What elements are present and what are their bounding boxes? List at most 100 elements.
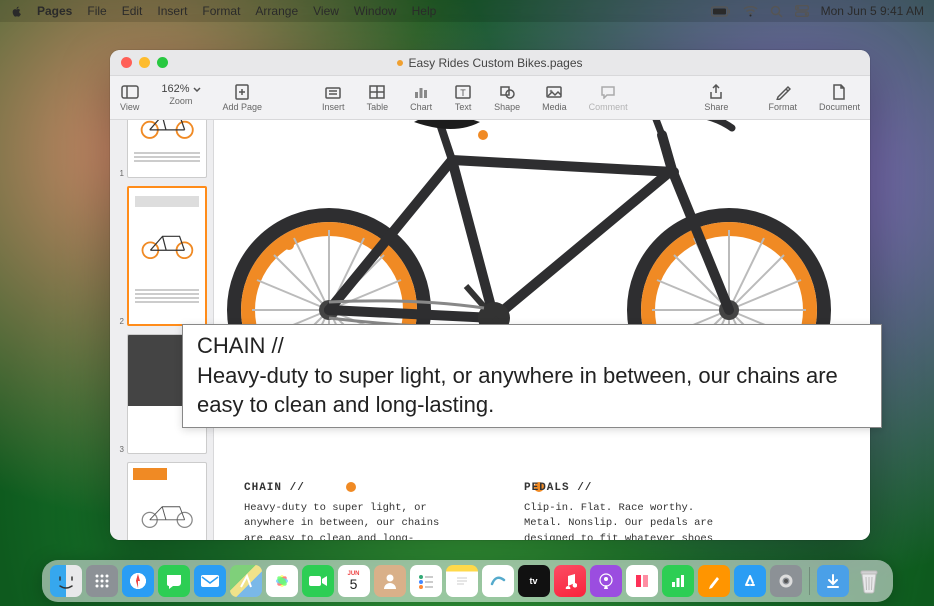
menu-edit[interactable]: Edit [122, 4, 143, 18]
menubar: Pages File Edit Insert Format Arrange Vi… [0, 0, 934, 22]
app-name-menu[interactable]: Pages [37, 4, 72, 18]
apple-menu[interactable] [10, 5, 23, 18]
zoom-label: Zoom [169, 96, 192, 106]
dock-mail[interactable] [194, 565, 226, 597]
svg-text:T: T [460, 88, 466, 98]
menu-arrange[interactable]: Arrange [255, 4, 298, 18]
dock-maps[interactable] [230, 565, 262, 597]
chevron-down-icon [193, 87, 201, 92]
toolbar: View 162% Zoom Add Page Insert Table [110, 76, 870, 120]
text-label: Text [455, 102, 472, 112]
control-center-icon[interactable] [795, 5, 809, 17]
add-page-button[interactable]: Add Page [223, 83, 263, 112]
dock-cal-day: 5 [350, 577, 358, 591]
page-thumbnail[interactable]: 1 [116, 120, 207, 178]
callout-dot-icon [478, 130, 488, 140]
dock-podcasts[interactable] [590, 565, 622, 597]
menu-help[interactable]: Help [412, 4, 437, 18]
battery-icon[interactable] [711, 6, 731, 17]
search-icon[interactable] [770, 5, 783, 18]
text-button[interactable]: T Text [454, 83, 472, 112]
dock-finder[interactable] [50, 565, 82, 597]
format-button[interactable]: Format [768, 83, 797, 112]
shape-label: Shape [494, 102, 520, 112]
insert-button[interactable]: Insert [322, 83, 345, 112]
share-label: Share [704, 102, 728, 112]
callout-dot-icon [284, 240, 294, 250]
apple-logo-icon [10, 5, 23, 18]
dock-facetime[interactable] [302, 565, 334, 597]
insert-icon [324, 83, 342, 101]
document-button[interactable]: Document [819, 83, 860, 112]
dock-notes[interactable] [446, 565, 478, 597]
dock-news[interactable] [626, 565, 658, 597]
pages-window: Easy Rides Custom Bikes.pages View 162% … [110, 50, 870, 540]
col-body-pedals: Clip-in. Flat. Race worthy. Metal. Nonsl… [524, 501, 724, 541]
menu-format[interactable]: Format [202, 4, 240, 18]
view-button[interactable]: View [120, 83, 139, 112]
thumb-page-number: 1 [116, 169, 124, 178]
menu-view[interactable]: View [313, 4, 339, 18]
dock-messages[interactable] [158, 565, 190, 597]
dock-trash[interactable] [853, 565, 885, 597]
col-body-chain: Heavy-duty to super light, or anywhere i… [244, 501, 444, 541]
dock: JUN5 tv [42, 560, 893, 602]
comment-icon [599, 83, 617, 101]
add-page-icon [233, 83, 251, 101]
dock-launchpad[interactable] [86, 565, 118, 597]
comment-label: Comment [589, 102, 628, 112]
thumb-page-number: 3 [116, 445, 124, 454]
dock-contacts[interactable] [374, 565, 406, 597]
insert-label: Insert [322, 102, 345, 112]
zoom-window-button[interactable] [157, 57, 168, 68]
minimize-button[interactable] [139, 57, 150, 68]
document-title: Easy Rides Custom Bikes.pages [110, 56, 870, 70]
chart-icon [412, 83, 430, 101]
chart-button[interactable]: Chart [410, 83, 432, 112]
dock-settings[interactable] [770, 565, 802, 597]
document-icon [830, 83, 848, 101]
wifi-icon[interactable] [743, 5, 758, 17]
page-thumbnail[interactable]: 2 [116, 186, 207, 326]
table-icon [368, 83, 386, 101]
text-icon: T [454, 83, 472, 101]
dock-safari[interactable] [122, 565, 154, 597]
modified-indicator-icon [397, 60, 403, 66]
media-button[interactable]: Media [542, 83, 567, 112]
dock-numbers[interactable] [662, 565, 694, 597]
dock-tv[interactable]: tv [518, 565, 550, 597]
menu-window[interactable]: Window [354, 4, 397, 18]
menubar-clock[interactable]: Mon Jun 5 9:41 AM [821, 4, 924, 18]
comment-button[interactable]: Comment [589, 83, 628, 112]
dock-freeform[interactable] [482, 565, 514, 597]
zoom-value: 162% [161, 83, 189, 95]
share-icon [707, 83, 725, 101]
table-button[interactable]: Table [367, 83, 389, 112]
zoom-dropdown[interactable]: 162% Zoom [161, 83, 200, 106]
col-title-chain: CHAIN // [244, 480, 305, 497]
view-label: View [120, 102, 139, 112]
dock-pages[interactable] [698, 565, 730, 597]
dock-photos[interactable] [266, 565, 298, 597]
menu-file[interactable]: File [87, 4, 106, 18]
hover-text-magnifier: CHAIN // Heavy-duty to super light, or a… [182, 324, 882, 428]
add-page-label: Add Page [223, 102, 263, 112]
dock-music[interactable] [554, 565, 586, 597]
format-label: Format [768, 102, 797, 112]
menu-insert[interactable]: Insert [157, 4, 187, 18]
page-thumbnail[interactable]: 4 [116, 462, 207, 540]
window-controls [121, 57, 168, 68]
dock-appstore[interactable] [734, 565, 766, 597]
dock-downloads[interactable] [817, 565, 849, 597]
document-label: Document [819, 102, 860, 112]
shape-button[interactable]: Shape [494, 83, 520, 112]
dock-calendar[interactable]: JUN5 [338, 565, 370, 597]
share-button[interactable]: Share [704, 83, 728, 112]
chart-label: Chart [410, 102, 432, 112]
view-icon [121, 83, 139, 101]
dock-separator [809, 567, 810, 595]
dock-reminders[interactable] [410, 565, 442, 597]
media-icon [545, 83, 563, 101]
thumb-page-number: 2 [116, 317, 124, 326]
close-button[interactable] [121, 57, 132, 68]
